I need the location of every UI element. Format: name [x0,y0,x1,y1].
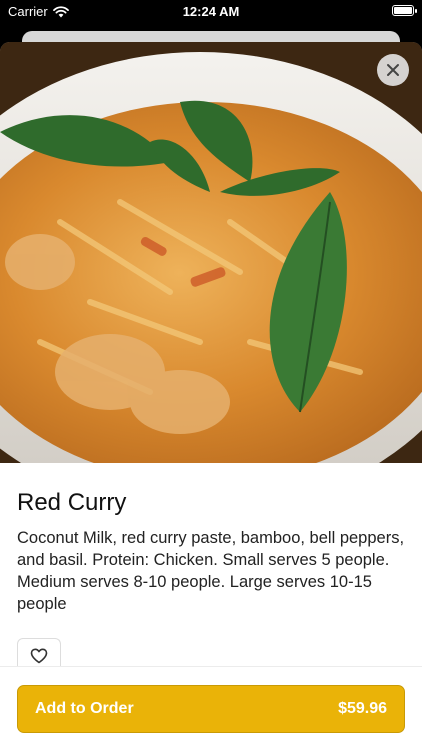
close-button[interactable] [377,54,409,86]
red-curry-image [0,42,422,463]
item-info: Red Curry Coconut Milk, red curry paste,… [17,489,405,615]
status-bar: Carrier 12:24 AM [0,0,422,24]
item-title: Red Curry [17,489,127,516]
add-to-order-label: Add to Order [35,700,134,717]
battery-icon [392,5,417,16]
item-detail-sheet: Red Curry Coconut Milk, red curry paste,… [0,42,422,750]
item-photo [0,42,422,463]
add-to-order-button[interactable]: Add to Order $59.96 [17,685,405,733]
heart-icon [30,648,48,664]
item-description: Coconut Milk, red curry paste, bamboo, b… [17,529,405,613]
order-bar: Add to Order $59.96 [0,666,422,750]
close-icon [387,64,399,76]
order-price: $59.96 [338,700,387,717]
status-time: 12:24 AM [182,4,240,19]
